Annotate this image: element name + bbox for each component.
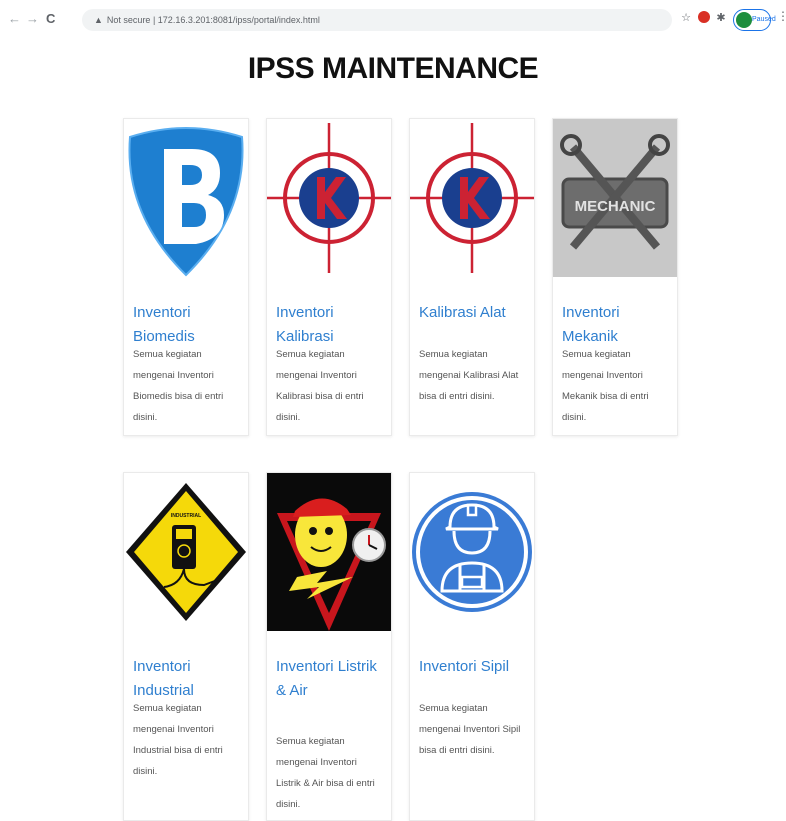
profile-button[interactable]: Paused <box>733 9 776 31</box>
security-label: Not secure <box>106 15 151 25</box>
browser-toolbar: ← → C ▲ Not secure | 172.16.3.201:8081/ip… <box>0 0 786 40</box>
listrik-mascot-image <box>267 473 391 631</box>
avatar <box>736 12 752 28</box>
card-title[interactable]: Kalibrasi Alat <box>419 301 531 325</box>
industrial-warning-sign-image: INDUSTRIAL <box>124 473 248 631</box>
profile-status: Paused <box>752 16 776 23</box>
card-title[interactable]: Inventori Biomedis <box>133 301 245 349</box>
sipil-worker-icon-image <box>410 473 534 631</box>
card-inventori-industrial[interactable]: INDUSTRIAL Inventori Industrial Semua ke… <box>123 472 249 821</box>
card-description: Semua kegiatan mengenai Inventori Biomed… <box>133 349 224 423</box>
card-title[interactable]: Inventori Mekanik <box>562 301 674 349</box>
mechanic-badge-text: MECHANIC <box>575 198 656 215</box>
warning-icon: ▲ <box>94 15 103 25</box>
extension-icon[interactable] <box>696 10 712 26</box>
page-title: IPSS MAINTENANCE <box>247 52 539 85</box>
card-inventori-kalibrasi[interactable]: Inventori Kalibrasi Semua kegiatan menge… <box>266 118 392 436</box>
back-button[interactable]: ← <box>8 12 21 26</box>
card-description: Semua kegiatan mengenai Inventori Listri… <box>276 736 375 810</box>
industrial-badge-text: INDUSTRIAL <box>171 513 201 519</box>
card-title[interactable]: Inventori Sipil <box>419 655 531 679</box>
address-bar[interactable]: ▲ Not secure | 172.16.3.201:8081/ipss/por… <box>82 9 672 31</box>
card-title[interactable]: Inventori Kalibrasi <box>276 301 388 349</box>
card-description: Semua kegiatan mengenai Inventori Mekani… <box>562 349 649 423</box>
forward-button[interactable]: → <box>26 12 39 26</box>
card-inventori-listrik-air[interactable]: Inventori Listrik & Air Semua kegiatan m… <box>266 472 392 821</box>
card-description: Semua kegiatan mengenai Inventori Kalibr… <box>276 349 364 423</box>
biomedis-logo-image <box>124 119 248 277</box>
kalibrasi-alat-target-logo <box>410 119 534 277</box>
card-title[interactable]: Inventori Listrik & Air <box>276 655 388 703</box>
menu-icon[interactable]: ⋮ <box>777 9 786 23</box>
url-text: 172.16.3.201:8081/ipss/portal/index.html <box>157 15 320 25</box>
kalibrasi-target-logo <box>267 119 391 277</box>
card-title[interactable]: Inventori Industrial <box>133 655 245 703</box>
reload-button[interactable]: C <box>46 12 55 26</box>
card-inventori-sipil[interactable]: Inventori Sipil Semua kegiatan mengenai … <box>409 472 535 821</box>
puzzle-icon[interactable]: ✱ <box>713 10 729 26</box>
card-kalibrasi-alat[interactable]: Kalibrasi Alat Semua kegiatan mengenai K… <box>409 118 535 436</box>
mechanic-buckle-image: MECHANIC <box>553 119 677 277</box>
card-description: Semua kegiatan mengenai Inventori Indust… <box>133 703 223 777</box>
star-icon[interactable]: ☆ <box>678 10 694 26</box>
card-inventori-biomedis[interactable]: Inventori Biomedis Semua kegiatan mengen… <box>123 118 249 436</box>
card-description: Semua kegiatan mengenai Inventori Sipil … <box>419 703 521 756</box>
card-description: Semua kegiatan mengenai Kalibrasi Alat b… <box>419 349 519 402</box>
card-inventori-mekanik[interactable]: MECHANIC Inventori Mekanik Semua kegiata… <box>552 118 678 436</box>
